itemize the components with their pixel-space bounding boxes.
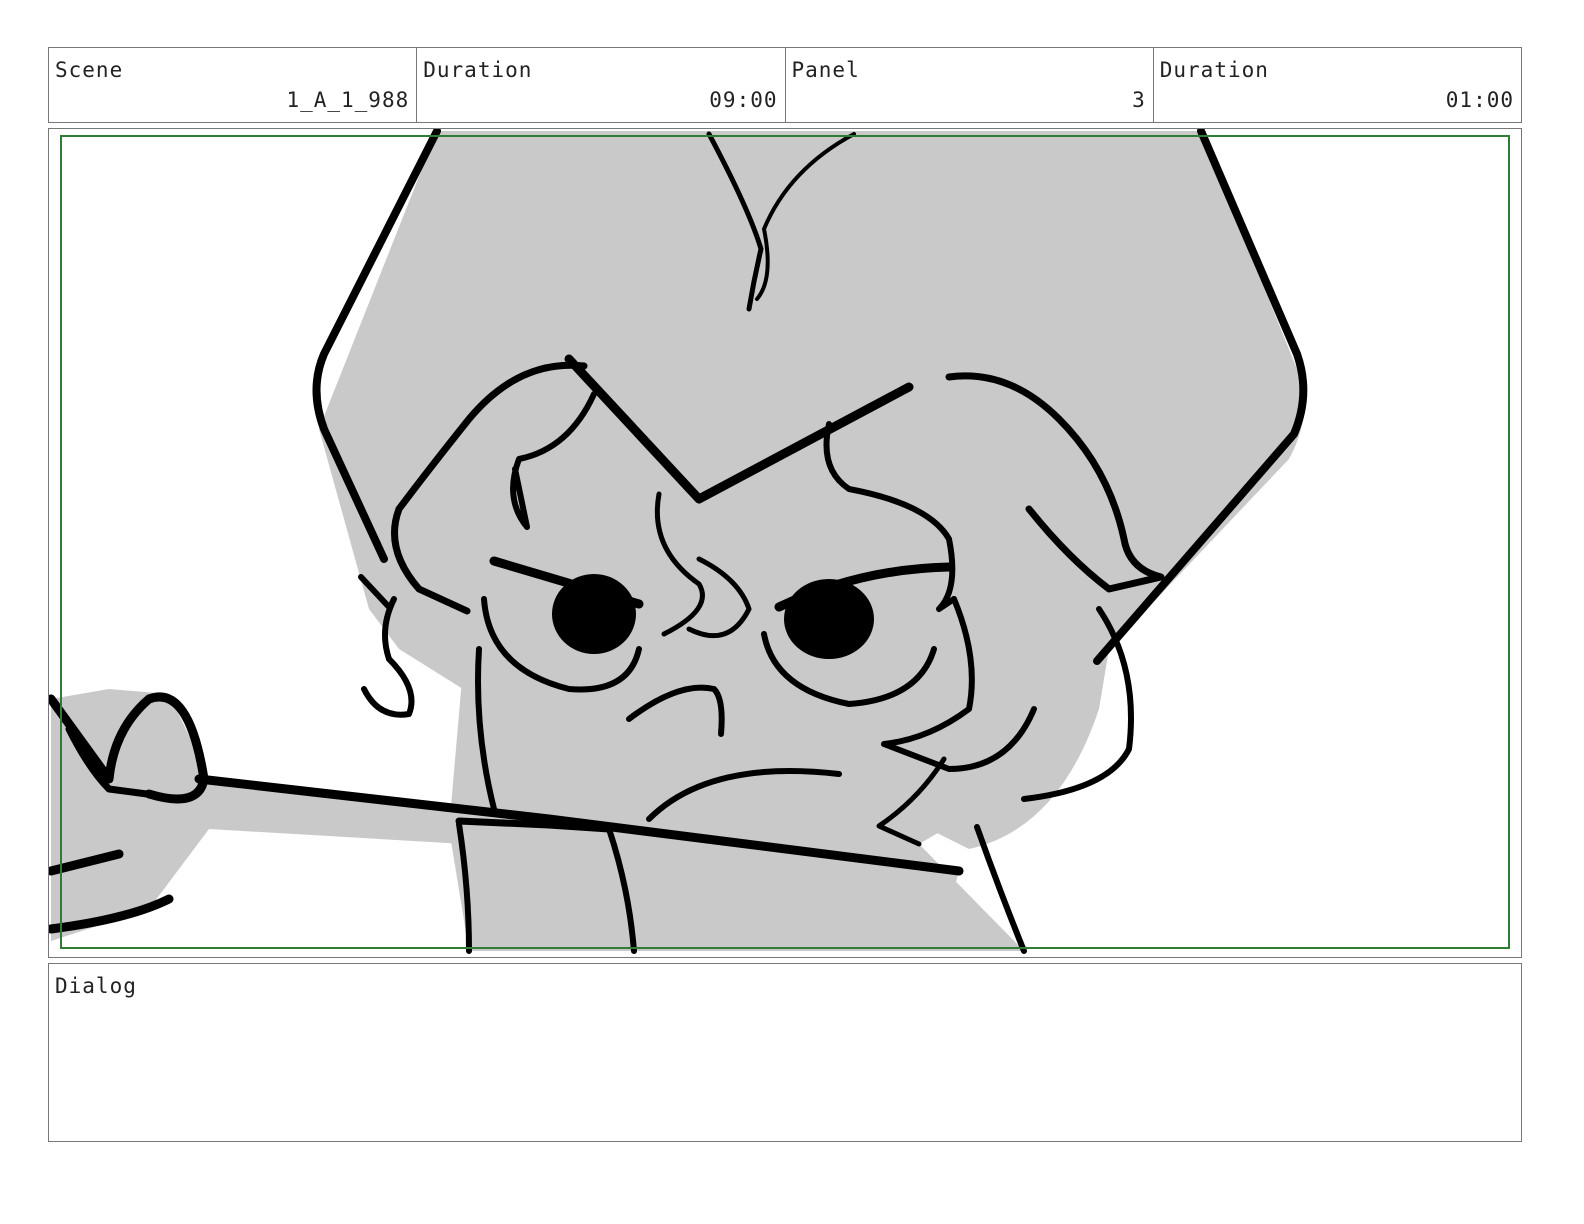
scene-value: 1_A_1_988 bbox=[286, 88, 410, 112]
panel-duration-cell: Duration 01:00 bbox=[1154, 48, 1521, 122]
left-eye-pupil bbox=[552, 574, 636, 654]
dialog-box: Dialog bbox=[48, 963, 1522, 1142]
scene-duration-label: Duration bbox=[423, 58, 533, 82]
scene-duration-cell: Duration 09:00 bbox=[417, 48, 786, 122]
scene-cell: Scene 1_A_1_988 bbox=[49, 48, 418, 122]
panel-duration-label: Duration bbox=[1159, 58, 1269, 82]
right-eye-pupil bbox=[784, 579, 874, 659]
panel-value: 3 bbox=[1132, 88, 1146, 112]
storyboard-header: Scene 1_A_1_988 Duration 09:00 Panel 3 D… bbox=[48, 47, 1522, 123]
panel-label: Panel bbox=[791, 58, 860, 82]
scene-duration-value: 09:00 bbox=[709, 88, 778, 112]
panel-duration-value: 01:00 bbox=[1445, 88, 1514, 112]
dialog-label: Dialog bbox=[55, 974, 137, 998]
panel-drawing bbox=[49, 129, 1510, 954]
storyboard-panel bbox=[48, 128, 1522, 958]
panel-cell: Panel 3 bbox=[786, 48, 1154, 122]
scene-label: Scene bbox=[55, 58, 124, 82]
